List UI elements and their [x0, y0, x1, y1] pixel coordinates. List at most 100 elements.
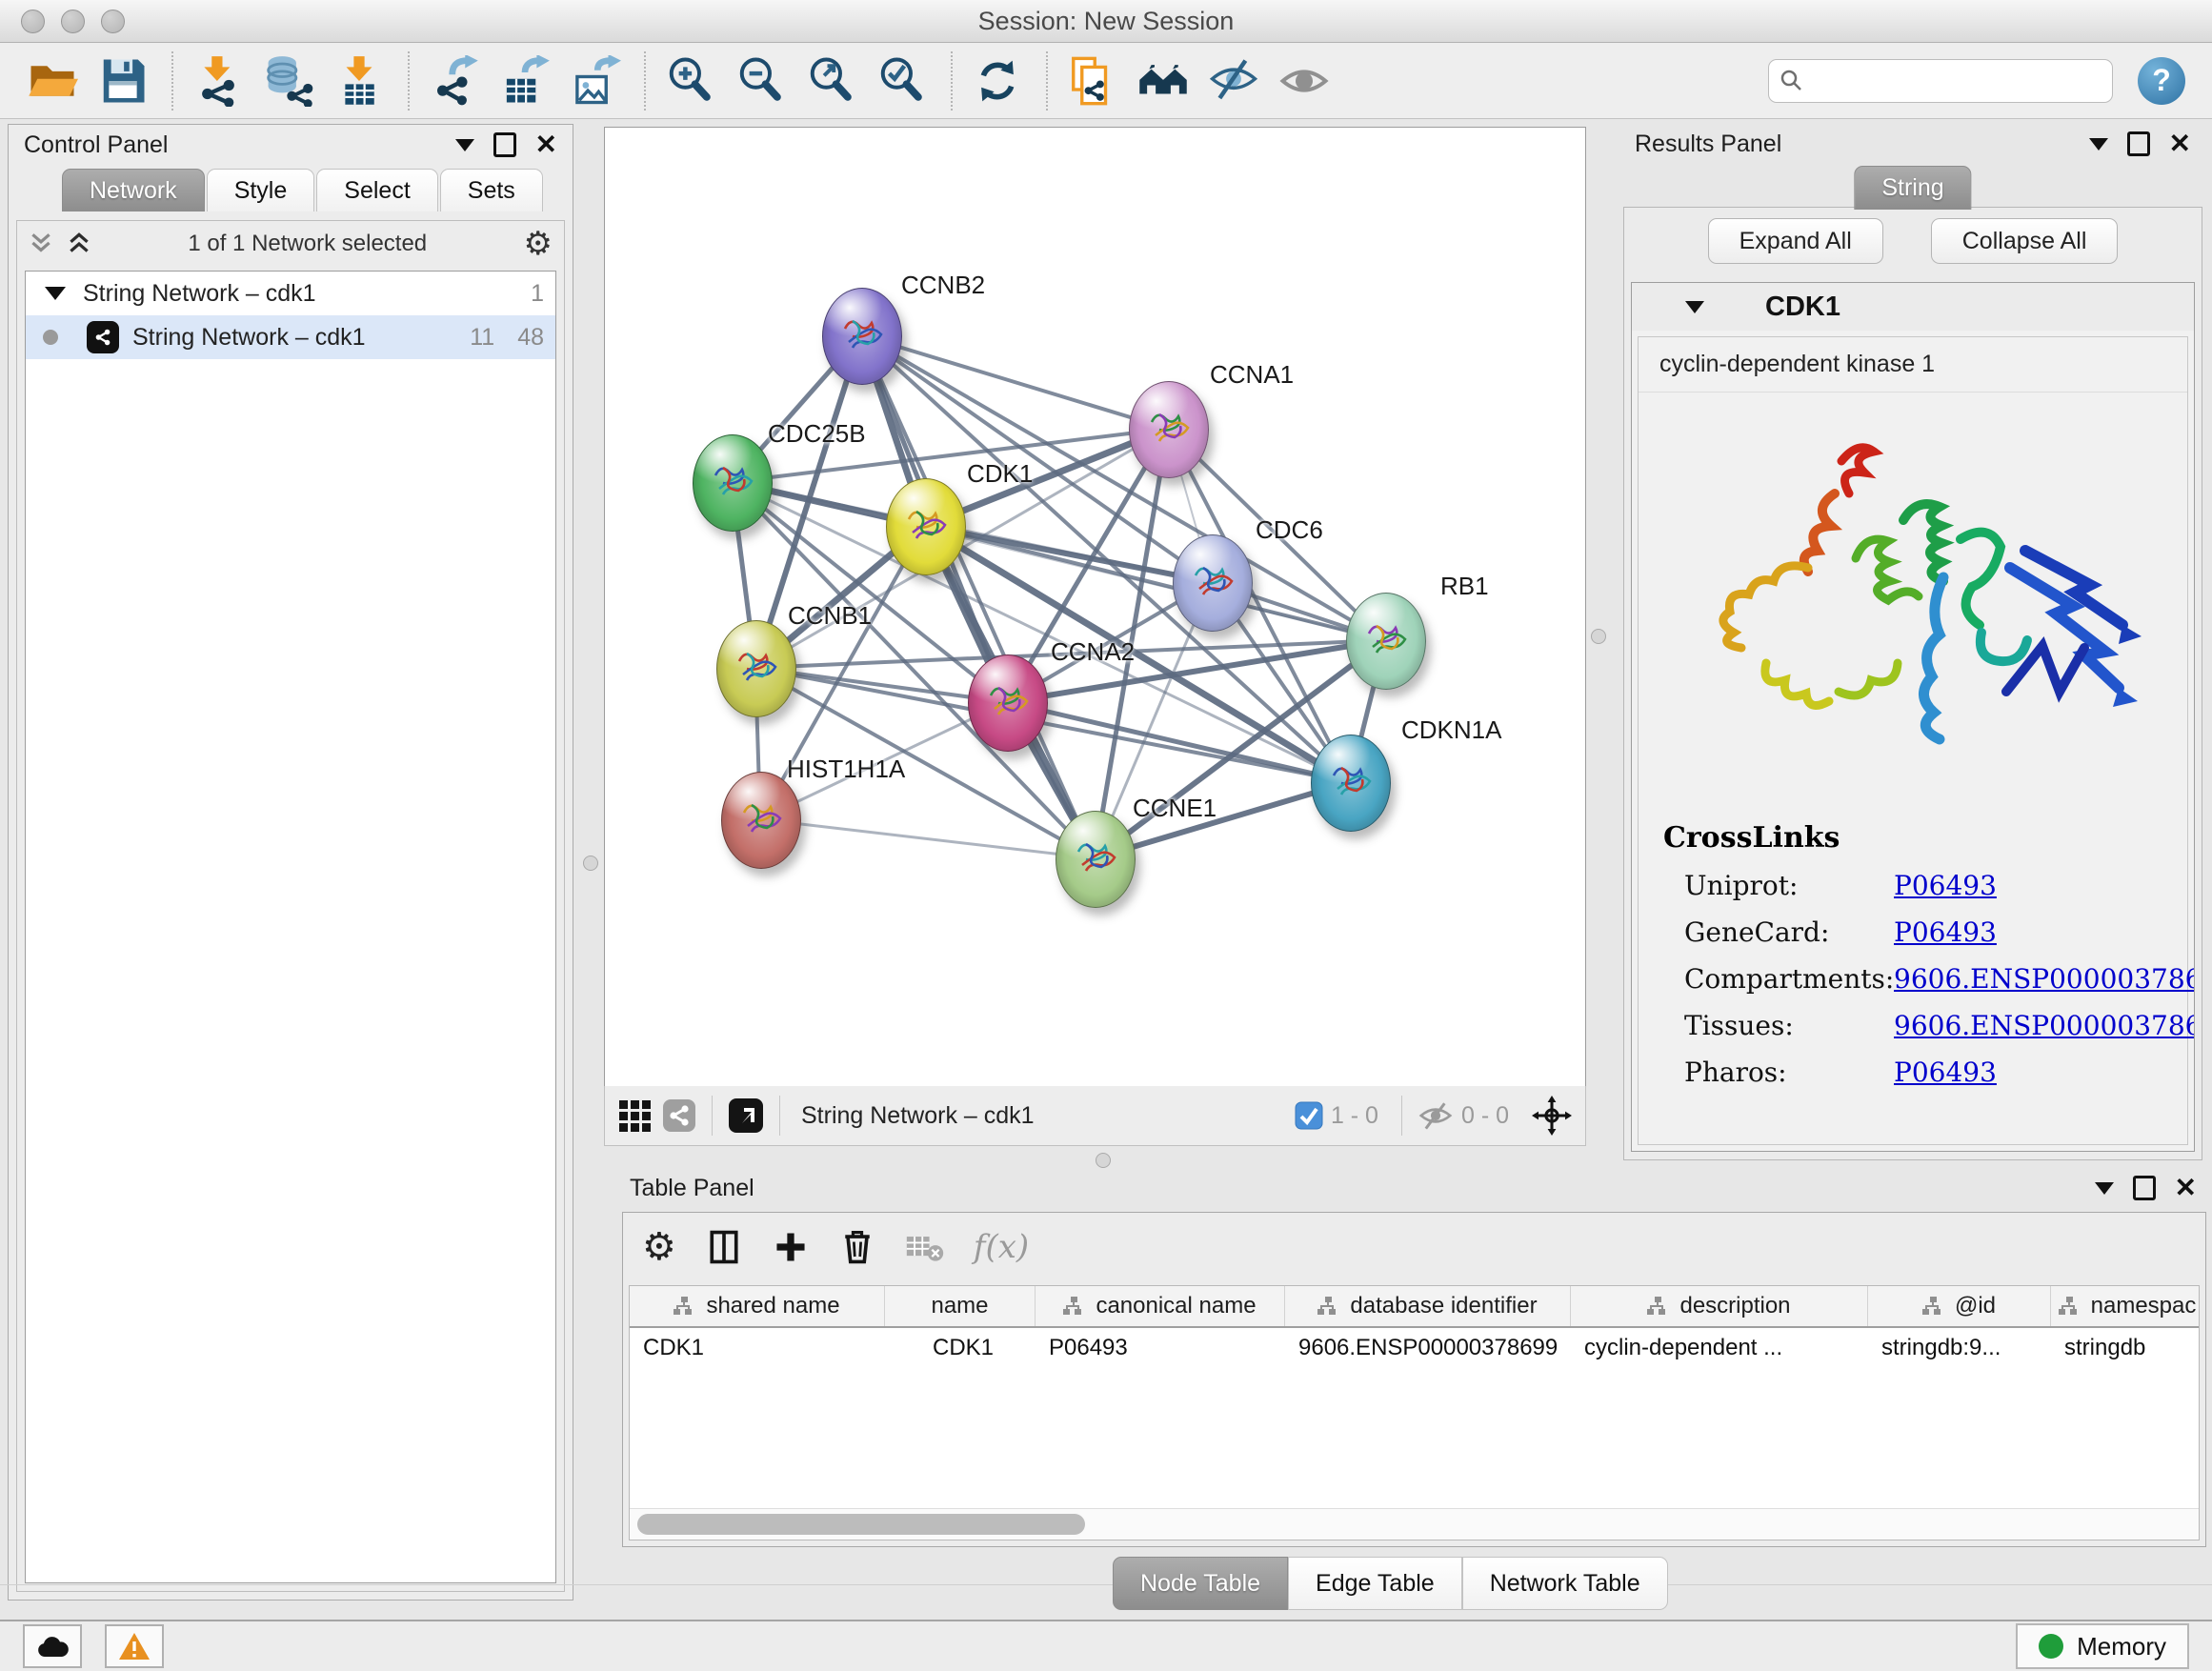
left-splitter-handle[interactable]: [583, 856, 598, 871]
warnings-button[interactable]: [105, 1624, 164, 1668]
pan-crosshair-icon[interactable]: [1532, 1096, 1572, 1136]
birds-eye-view-icon[interactable]: [728, 1097, 764, 1134]
results-panel-collapse-icon[interactable]: [2089, 138, 2108, 151]
network-node-ccnb1[interactable]: [716, 620, 796, 717]
grid-view-icon[interactable]: [618, 1099, 651, 1132]
network-node-ccna1[interactable]: [1129, 381, 1209, 478]
cell-database-identifier[interactable]: 9606.ENSP00000378699: [1285, 1328, 1571, 1368]
horizontal-splitter-handle[interactable]: [1096, 1153, 1111, 1168]
delete-column-icon[interactable]: [838, 1228, 876, 1266]
network-node-cdkn1a[interactable]: [1311, 735, 1391, 832]
cloud-status-button[interactable]: [23, 1624, 82, 1668]
network-edge[interactable]: [760, 819, 1095, 858]
network-collection-row[interactable]: String Network – cdk1 1: [26, 272, 555, 315]
collapse-all-button[interactable]: Collapse All: [1931, 218, 2119, 264]
network-row[interactable]: String Network – cdk1 11 48: [26, 315, 555, 359]
column-header-description[interactable]: description: [1571, 1286, 1868, 1326]
column-header-database-identifier[interactable]: database identifier: [1285, 1286, 1571, 1326]
cell-shared-name[interactable]: CDK1: [630, 1328, 885, 1368]
expand-all-icon[interactable]: [67, 231, 91, 257]
show-all-networks-overview-icon[interactable]: [1134, 51, 1193, 111]
network-node-rb1[interactable]: [1346, 593, 1426, 690]
zoom-out-icon[interactable]: [732, 51, 791, 111]
memory-button[interactable]: Memory: [2016, 1623, 2189, 1669]
export-network-icon[interactable]: [425, 51, 484, 111]
collapse-all-icon[interactable]: [29, 231, 53, 257]
control-panel-float-icon[interactable]: [493, 132, 516, 157]
hidden-eye-icon[interactable]: [1418, 1099, 1454, 1132]
network-node-cdc6[interactable]: [1173, 534, 1253, 632]
scrollbar-thumb[interactable]: [637, 1514, 1085, 1535]
section-collapse-icon[interactable]: [1685, 301, 1704, 313]
network-options-gear-icon[interactable]: ⚙: [524, 228, 553, 260]
network-edge[interactable]: [861, 335, 1168, 429]
table-panel-collapse-icon[interactable]: [2095, 1182, 2114, 1195]
column-header-name[interactable]: name: [885, 1286, 1036, 1326]
table-options-gear-icon[interactable]: ⚙: [642, 1228, 676, 1266]
column-header-canonical-name[interactable]: canonical name: [1036, 1286, 1285, 1326]
import-network-from-file-icon[interactable]: [189, 51, 248, 111]
results-panel-float-icon[interactable]: [2127, 131, 2150, 156]
tab-edge-table[interactable]: Edge Table: [1288, 1557, 1462, 1610]
control-panel-collapse-icon[interactable]: [455, 139, 474, 151]
zoom-selected-icon[interactable]: [873, 51, 932, 111]
table-panel-close-icon[interactable]: ✕: [2175, 1175, 2197, 1201]
zoom-in-icon[interactable]: [661, 51, 720, 111]
crosslink-link[interactable]: 9606.ENSP00000378699: [1894, 1010, 2195, 1041]
network-node-hist1h1a[interactable]: [721, 772, 801, 869]
crosslink-link[interactable]: P06493: [1894, 870, 1997, 901]
selected-checkbox-icon[interactable]: [1295, 1101, 1323, 1130]
show-hidden-items-icon[interactable]: [1275, 51, 1334, 111]
open-session-icon[interactable]: [23, 51, 82, 111]
network-node-ccnb2[interactable]: [822, 288, 902, 385]
hide-selected-items-icon[interactable]: [1204, 51, 1263, 111]
tab-network-table[interactable]: Network Table: [1462, 1557, 1668, 1610]
export-table-icon[interactable]: [495, 51, 554, 111]
control-panel-close-icon[interactable]: ✕: [535, 131, 557, 158]
import-network-from-database-icon[interactable]: [259, 51, 318, 111]
column-header-shared-name[interactable]: shared name: [630, 1286, 885, 1326]
save-session-icon[interactable]: [93, 51, 152, 111]
cell-description[interactable]: cyclin-dependent ...: [1571, 1328, 1868, 1368]
node-section-header[interactable]: CDK1: [1632, 283, 2194, 331]
right-splitter-handle[interactable]: [1591, 629, 1606, 644]
table-row[interactable]: CDK1 CDK1 P06493 9606.ENSP00000378699 cy…: [630, 1328, 2199, 1368]
network-canvas[interactable]: CCNB2CCNA1CDC25BCDK1CDC6RB1CCNB1CCNA2CDK…: [604, 127, 1586, 1087]
network-node-ccne1[interactable]: [1056, 811, 1136, 908]
tab-sets[interactable]: Sets: [440, 169, 543, 211]
expand-all-button[interactable]: Expand All: [1708, 218, 1883, 264]
column-header-id[interactable]: @id: [1868, 1286, 2051, 1326]
cell-name[interactable]: CDK1: [885, 1328, 1036, 1368]
results-panel-close-icon[interactable]: ✕: [2169, 131, 2191, 157]
cell-namespace[interactable]: stringdb: [2051, 1328, 2200, 1368]
column-header-namespace[interactable]: namespac: [2051, 1286, 2200, 1326]
network-node-ccna2[interactable]: [968, 654, 1048, 752]
show-columns-icon[interactable]: [705, 1228, 743, 1266]
add-column-icon[interactable]: [772, 1228, 810, 1266]
help-button[interactable]: ?: [2138, 57, 2185, 105]
import-table-from-file-icon[interactable]: [330, 51, 389, 111]
tab-network[interactable]: Network: [62, 169, 205, 211]
table-panel-float-icon[interactable]: [2133, 1176, 2156, 1200]
crosslink-link[interactable]: P06493: [1894, 1057, 1997, 1088]
crosslink-link[interactable]: 9606.ENSP00000378699: [1894, 963, 2195, 995]
protein-ribbon-glyph: [1358, 614, 1414, 660]
tab-style[interactable]: Style: [207, 169, 315, 211]
cell-id[interactable]: stringdb:9...: [1868, 1328, 2051, 1368]
cell-canonical-name[interactable]: P06493: [1036, 1328, 1285, 1368]
refresh-view-icon[interactable]: [968, 51, 1027, 111]
copy-network-icon[interactable]: [1063, 51, 1122, 111]
crosslink-link[interactable]: P06493: [1894, 916, 1997, 948]
network-badge-icon[interactable]: [662, 1098, 696, 1133]
network-edge[interactable]: [1007, 702, 1350, 782]
tree-expand-icon[interactable]: [45, 287, 66, 300]
search-input[interactable]: [1803, 67, 2102, 95]
network-node-cdc25b[interactable]: [693, 434, 773, 532]
tab-select[interactable]: Select: [316, 169, 437, 211]
network-node-cdk1[interactable]: [886, 478, 966, 575]
table-horizontal-scrollbar[interactable]: [630, 1508, 2199, 1540]
tab-node-table[interactable]: Node Table: [1113, 1557, 1288, 1610]
tab-string[interactable]: String: [1854, 166, 1971, 210]
zoom-fit-content-icon[interactable]: [802, 51, 861, 111]
export-image-icon[interactable]: [566, 51, 625, 111]
